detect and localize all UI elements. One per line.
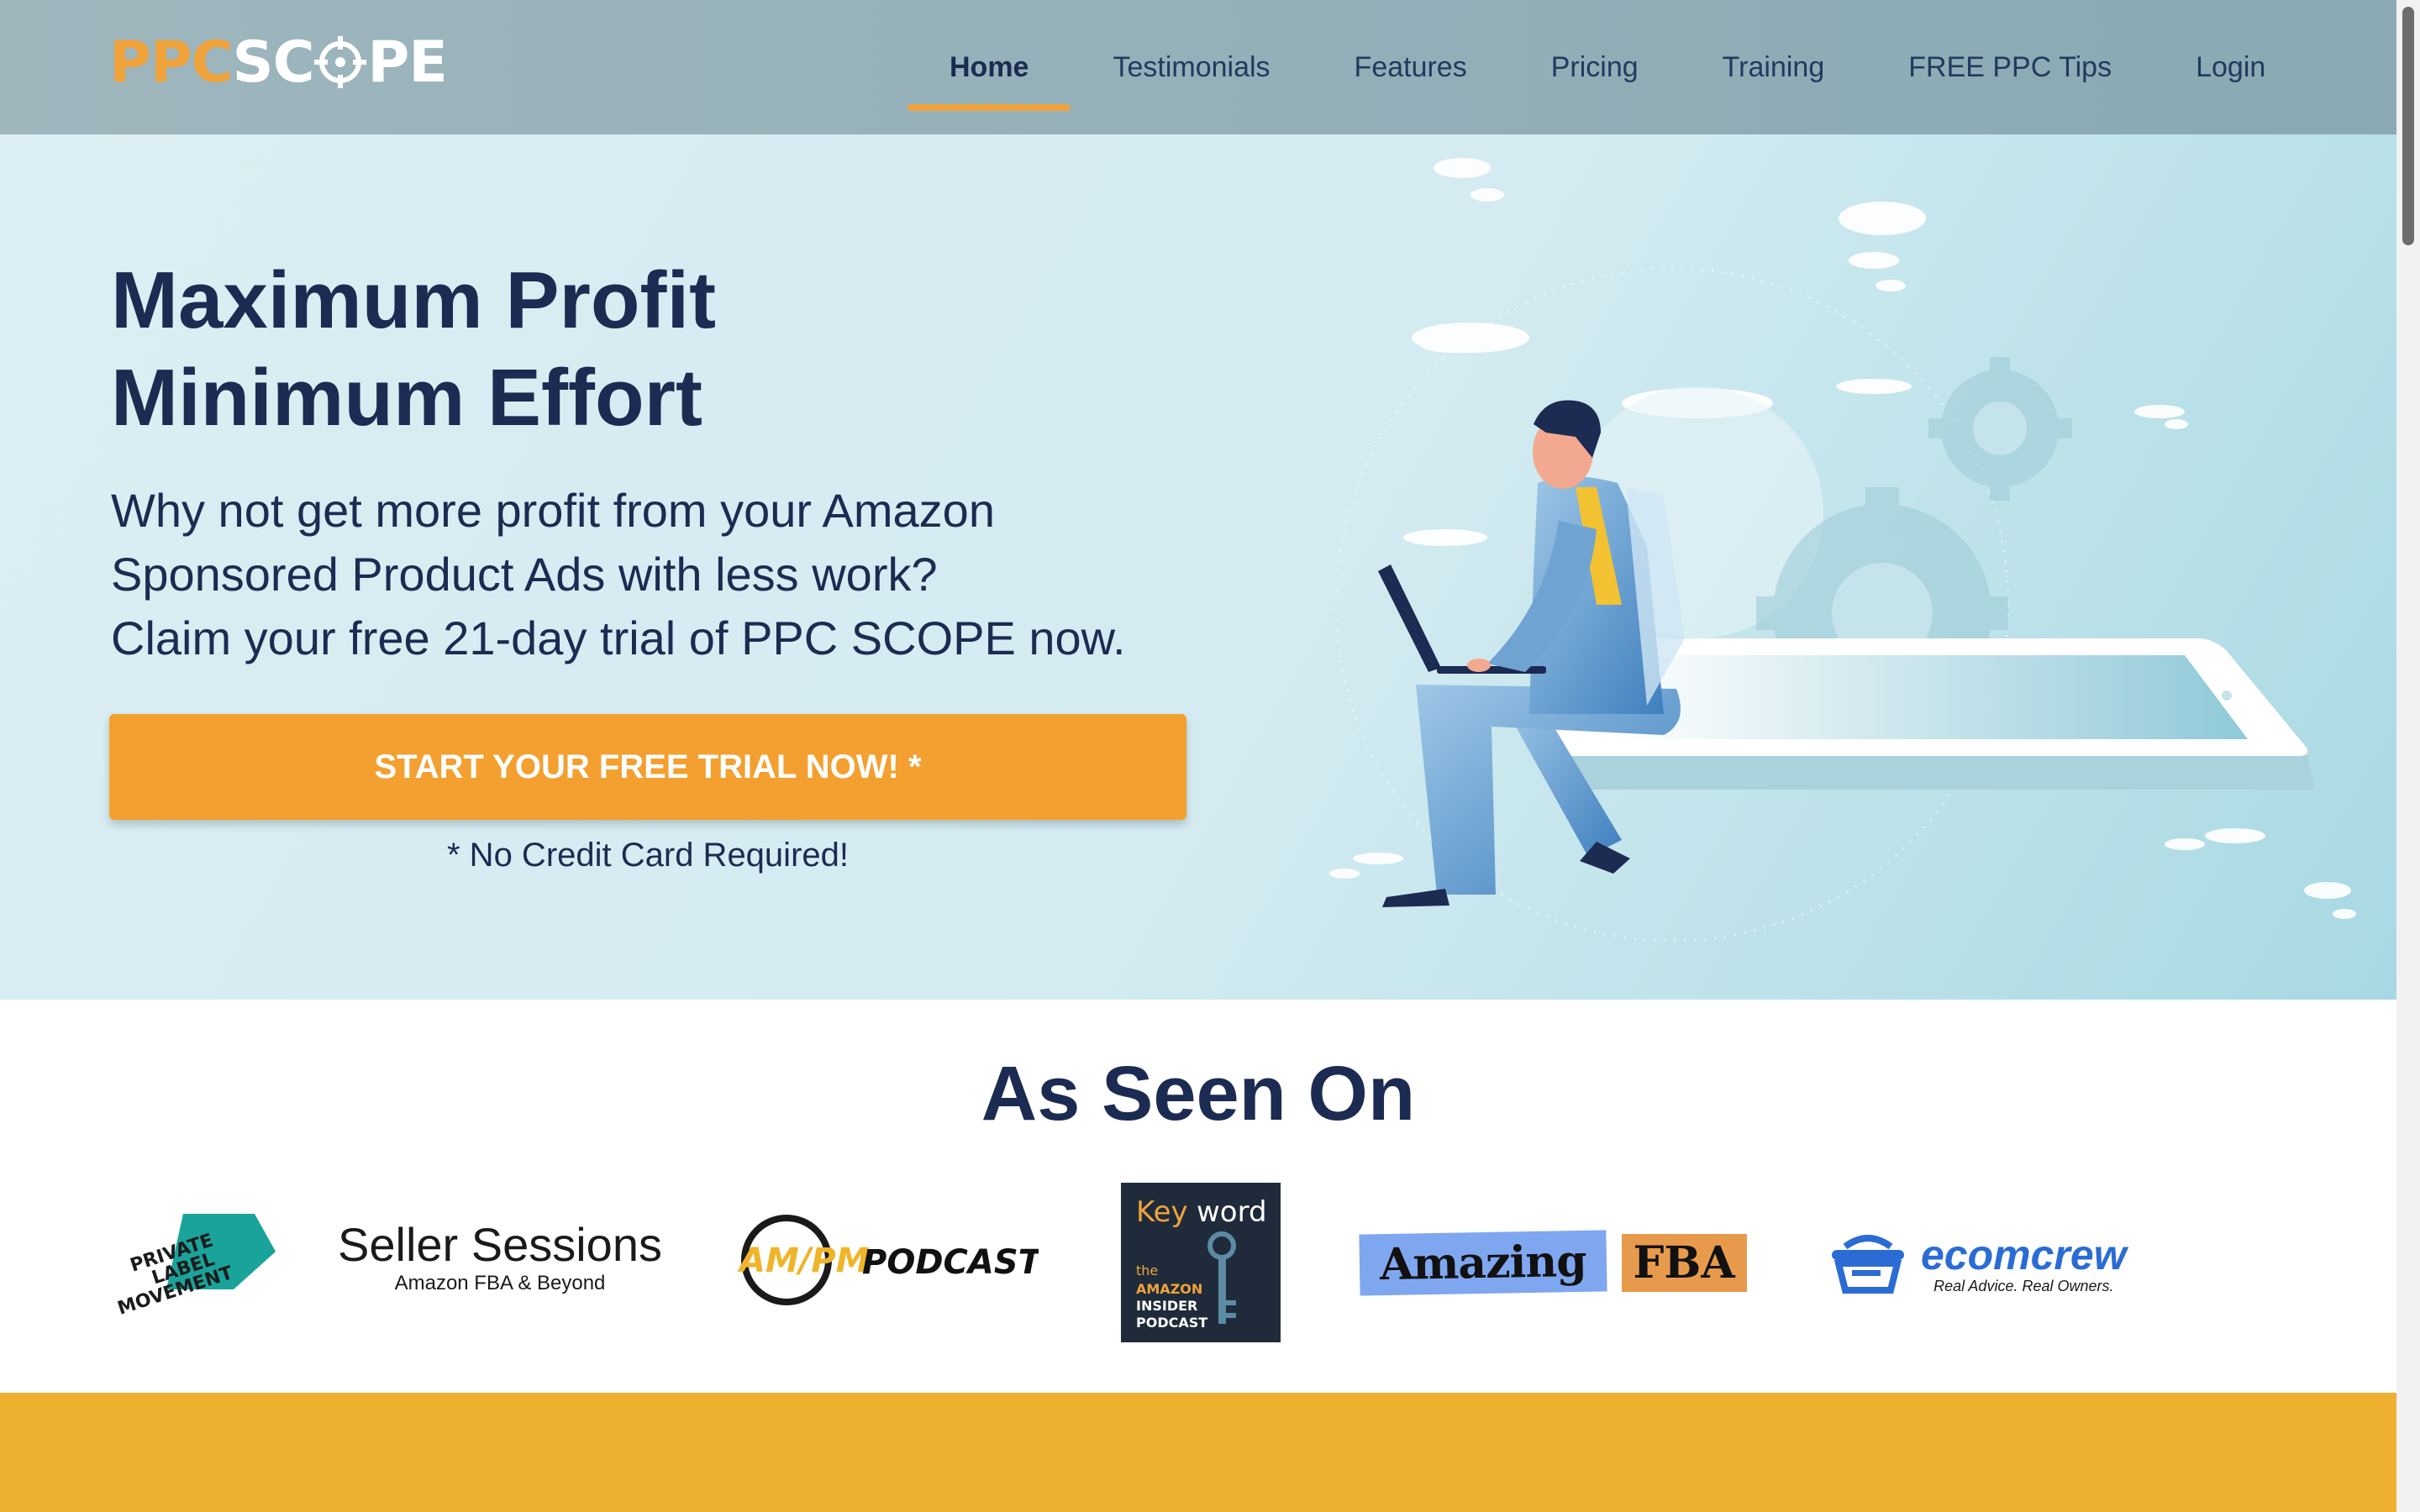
- hero-subtitle-line-1: Why not get more profit from your Amazon: [111, 484, 995, 537]
- ecomcrew-name: ecomcrew: [1921, 1231, 2127, 1278]
- hero-title-line-2: Minimum Effort: [111, 353, 702, 443]
- nav-item-home[interactable]: Home: [908, 0, 1071, 134]
- keyword-amazon-text: AMAZON: [1136, 1281, 1202, 1297]
- no-credit-card-note: * No Credit Card Required!: [447, 837, 849, 874]
- hero-title: Maximum Profit Minimum Effort: [111, 252, 716, 447]
- basket-icon: [1832, 1235, 1904, 1294]
- keyword-insider-text: INSIDER: [1136, 1298, 1197, 1314]
- seller-sessions-name: Seller Sessions: [338, 1218, 662, 1271]
- ecomcrew-logo[interactable]: ecomcrew Real Advice. Real Owners.: [1828, 1226, 2148, 1302]
- nav-item-training[interactable]: Training: [1681, 0, 1867, 134]
- keyword-word-text: word: [1197, 1195, 1267, 1229]
- nav-item-login[interactable]: Login: [2154, 0, 2307, 134]
- as-seen-on-section: As Seen On PRIVATE LABEL MOVEMENT Seller…: [0, 1000, 2396, 1393]
- main-nav: Home Testimonials Features Pricing Train…: [908, 0, 2307, 134]
- nav-item-pricing[interactable]: Pricing: [1509, 0, 1681, 134]
- private-label-movement-logo[interactable]: PRIVATE LABEL MOVEMENT: [108, 1205, 276, 1315]
- hero-section: Maximum Profit Minimum Effort Why not ge…: [0, 134, 2396, 1000]
- fba-text: FBA: [1621, 1233, 1747, 1292]
- start-free-trial-button[interactable]: START YOUR FREE TRIAL NOW! *: [109, 714, 1186, 820]
- hero-title-line-1: Maximum Profit: [111, 255, 717, 345]
- seller-sessions-logo[interactable]: Seller Sessions Amazon FBA & Beyond: [336, 1220, 664, 1304]
- keyword-key-text: Key: [1136, 1195, 1188, 1229]
- nav-item-free-ppc-tips[interactable]: FREE PPC Tips: [1866, 0, 2154, 134]
- page-scrollbar[interactable]: [2396, 0, 2420, 1512]
- hero-subtitle-line-2: Sponsored Product Ads with less work?: [111, 548, 938, 601]
- crosshair-icon: [314, 36, 367, 88]
- ampm-podcast-text: PODCAST: [862, 1243, 1039, 1282]
- page: PPC SC PE Home Testimonials Features Pri…: [0, 0, 2396, 1512]
- ppcscope-logo[interactable]: PPC SC PE: [109, 29, 448, 96]
- nav-item-testimonials[interactable]: Testimonials: [1071, 0, 1312, 134]
- businessman-laptop-illustration: [1329, 158, 2356, 942]
- keyword-the-text: the: [1136, 1263, 1158, 1278]
- ecomcrew-tagline: Real Advice. Real Owners.: [1933, 1278, 2114, 1294]
- site-header: PPC SC PE Home Testimonials Features Pri…: [0, 0, 2396, 134]
- hero-subtitle: Why not get more profit from your Amazon…: [111, 479, 1270, 670]
- as-seen-on-title: As Seen On: [981, 1051, 1416, 1137]
- seller-sessions-tagline: Amazon FBA & Beyond: [394, 1272, 606, 1294]
- orange-section-band: [0, 1393, 2396, 1512]
- ecomcrew-text-block: ecomcrew Real Advice. Real Owners.: [1921, 1233, 2127, 1295]
- amazing-text: Amazing: [1359, 1229, 1607, 1296]
- logo-pe-text: PE: [367, 29, 447, 96]
- keyword-podcast-logo[interactable]: Key word the AMAZON INSIDER PODCAST: [1121, 1183, 1281, 1342]
- amazing-fba-logo[interactable]: Amazing FBA: [1359, 1225, 1754, 1300]
- nav-item-features[interactable]: Features: [1313, 0, 1509, 134]
- hero-subtitle-line-3: Claim your free 21-day trial of PPC SCOP…: [111, 612, 1126, 664]
- keyword-podcast-text: PODCAST: [1136, 1315, 1207, 1331]
- ampm-brand-text: AM/PM: [737, 1242, 870, 1280]
- logo-ppc-text: PPC: [109, 29, 234, 96]
- ampm-podcast-logo[interactable]: AM/PM PODCAST: [728, 1210, 1039, 1310]
- scrollbar-thumb[interactable]: [2402, 7, 2414, 245]
- logo-sc-text: SC: [232, 29, 315, 96]
